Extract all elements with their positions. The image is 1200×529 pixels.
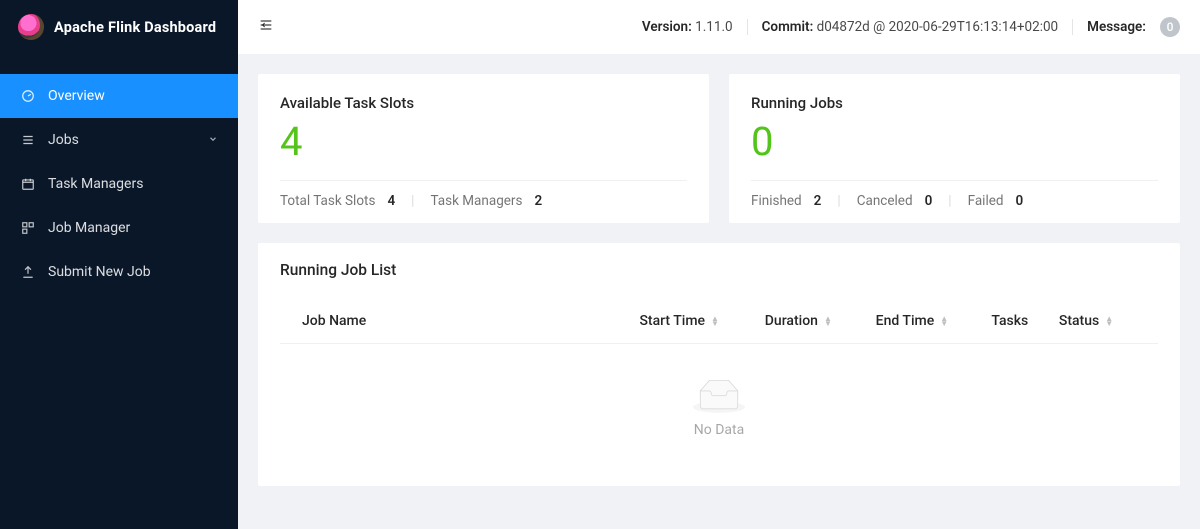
card-title: Available Task Slots — [280, 94, 687, 112]
sort-icon: ▲▼ — [824, 316, 832, 326]
panel-title: Running Job List — [258, 243, 1180, 285]
separator — [747, 19, 748, 35]
sort-icon: ▲▼ — [940, 316, 948, 326]
column-header-duration[interactable]: Duration▲▼ — [765, 313, 876, 329]
sidebar: Apache Flink Dashboard Overview Jobs Tas… — [0, 0, 238, 529]
empty-state: No Data — [258, 344, 1180, 486]
card-footer: Finished2 | Canceled0 | Failed0 — [751, 180, 1158, 209]
finished-label: Finished — [751, 193, 802, 209]
finished-value: 2 — [814, 193, 822, 209]
sidebar-item-submit-new-job[interactable]: Submit New Job — [0, 250, 238, 294]
sidebar-item-label: Overview — [48, 88, 105, 104]
main: Version: 1.11.0 Commit: d04872d @ 2020-0… — [238, 0, 1200, 529]
sort-icon: ▲▼ — [711, 316, 719, 326]
canceled-label: Canceled — [857, 193, 913, 209]
task-managers-label: Task Managers — [430, 193, 522, 209]
empty-text: No Data — [258, 422, 1180, 438]
failed-label: Failed — [968, 193, 1004, 209]
sidebar-item-label: Jobs — [48, 132, 79, 148]
flink-logo-icon — [18, 14, 44, 40]
card-footer: Total Task Slots4 | Task Managers2 — [280, 180, 687, 209]
upload-icon — [20, 265, 36, 279]
column-header-tasks[interactable]: Tasks — [991, 313, 1058, 329]
total-task-slots-label: Total Task Slots — [280, 193, 375, 209]
message-count-badge[interactable]: 0 — [1160, 17, 1180, 37]
separator — [1072, 19, 1073, 35]
column-header-status[interactable]: Status▲▼ — [1059, 313, 1136, 329]
sidebar-item-label: Task Managers — [48, 176, 143, 192]
bars-icon — [20, 133, 36, 147]
commit-value: d04872d @ 2020-06-29T16:13:14+02:00 — [817, 19, 1059, 35]
message-label: Message: — [1087, 19, 1146, 35]
brand-title: Apache Flink Dashboard — [54, 19, 216, 36]
topbar: Version: 1.11.0 Commit: d04872d @ 2020-0… — [238, 0, 1200, 54]
sidebar-item-overview[interactable]: Overview — [0, 74, 238, 118]
total-task-slots-value: 4 — [387, 193, 395, 209]
sort-icon: ▲▼ — [1105, 316, 1113, 326]
card-title: Running Jobs — [751, 94, 1158, 112]
build-icon — [20, 221, 36, 235]
column-header-end-time[interactable]: End Time▲▼ — [876, 313, 992, 329]
sidebar-item-task-managers[interactable]: Task Managers — [0, 162, 238, 206]
content: Available Task Slots 4 Total Task Slots 4… — [238, 54, 1200, 506]
column-header-job-name[interactable]: Job Name — [302, 313, 639, 329]
version-value: 1.11.0 — [695, 19, 732, 35]
schedule-icon — [20, 177, 36, 191]
running-jobs-card: Running Jobs 0 Finished2 | Canceled0 | F… — [729, 74, 1180, 223]
table-header: Job Name Start Time▲▼ Duration▲▼ End Tim… — [280, 299, 1158, 344]
dashboard-icon — [20, 89, 36, 103]
running-job-list-panel: Running Job List Job Name Start Time▲▼ D… — [258, 243, 1180, 486]
cards-row: Available Task Slots 4 Total Task Slots 4… — [258, 74, 1180, 223]
task-managers-value: 2 — [534, 193, 542, 209]
brand[interactable]: Apache Flink Dashboard — [0, 0, 238, 54]
sidebar-nav: Overview Jobs Task Managers Job Manager — [0, 54, 238, 294]
commit-label: Commit: — [762, 19, 814, 35]
available-task-slots-value: 4 — [280, 118, 687, 166]
chevron-down-icon — [208, 132, 218, 148]
sidebar-item-jobs[interactable]: Jobs — [0, 118, 238, 162]
canceled-value: 0 — [925, 193, 933, 209]
version-label: Version: — [642, 19, 692, 35]
menu-fold-icon[interactable] — [258, 17, 274, 37]
column-header-start-time[interactable]: Start Time▲▼ — [639, 313, 764, 329]
sidebar-item-label: Job Manager — [48, 220, 130, 236]
sidebar-item-job-manager[interactable]: Job Manager — [0, 206, 238, 250]
available-task-slots-card: Available Task Slots 4 Total Task Slots 4… — [258, 74, 709, 223]
sidebar-item-label: Submit New Job — [48, 264, 151, 280]
empty-box-icon — [693, 380, 745, 414]
failed-value: 0 — [1016, 193, 1024, 209]
running-jobs-value: 0 — [751, 118, 1158, 166]
